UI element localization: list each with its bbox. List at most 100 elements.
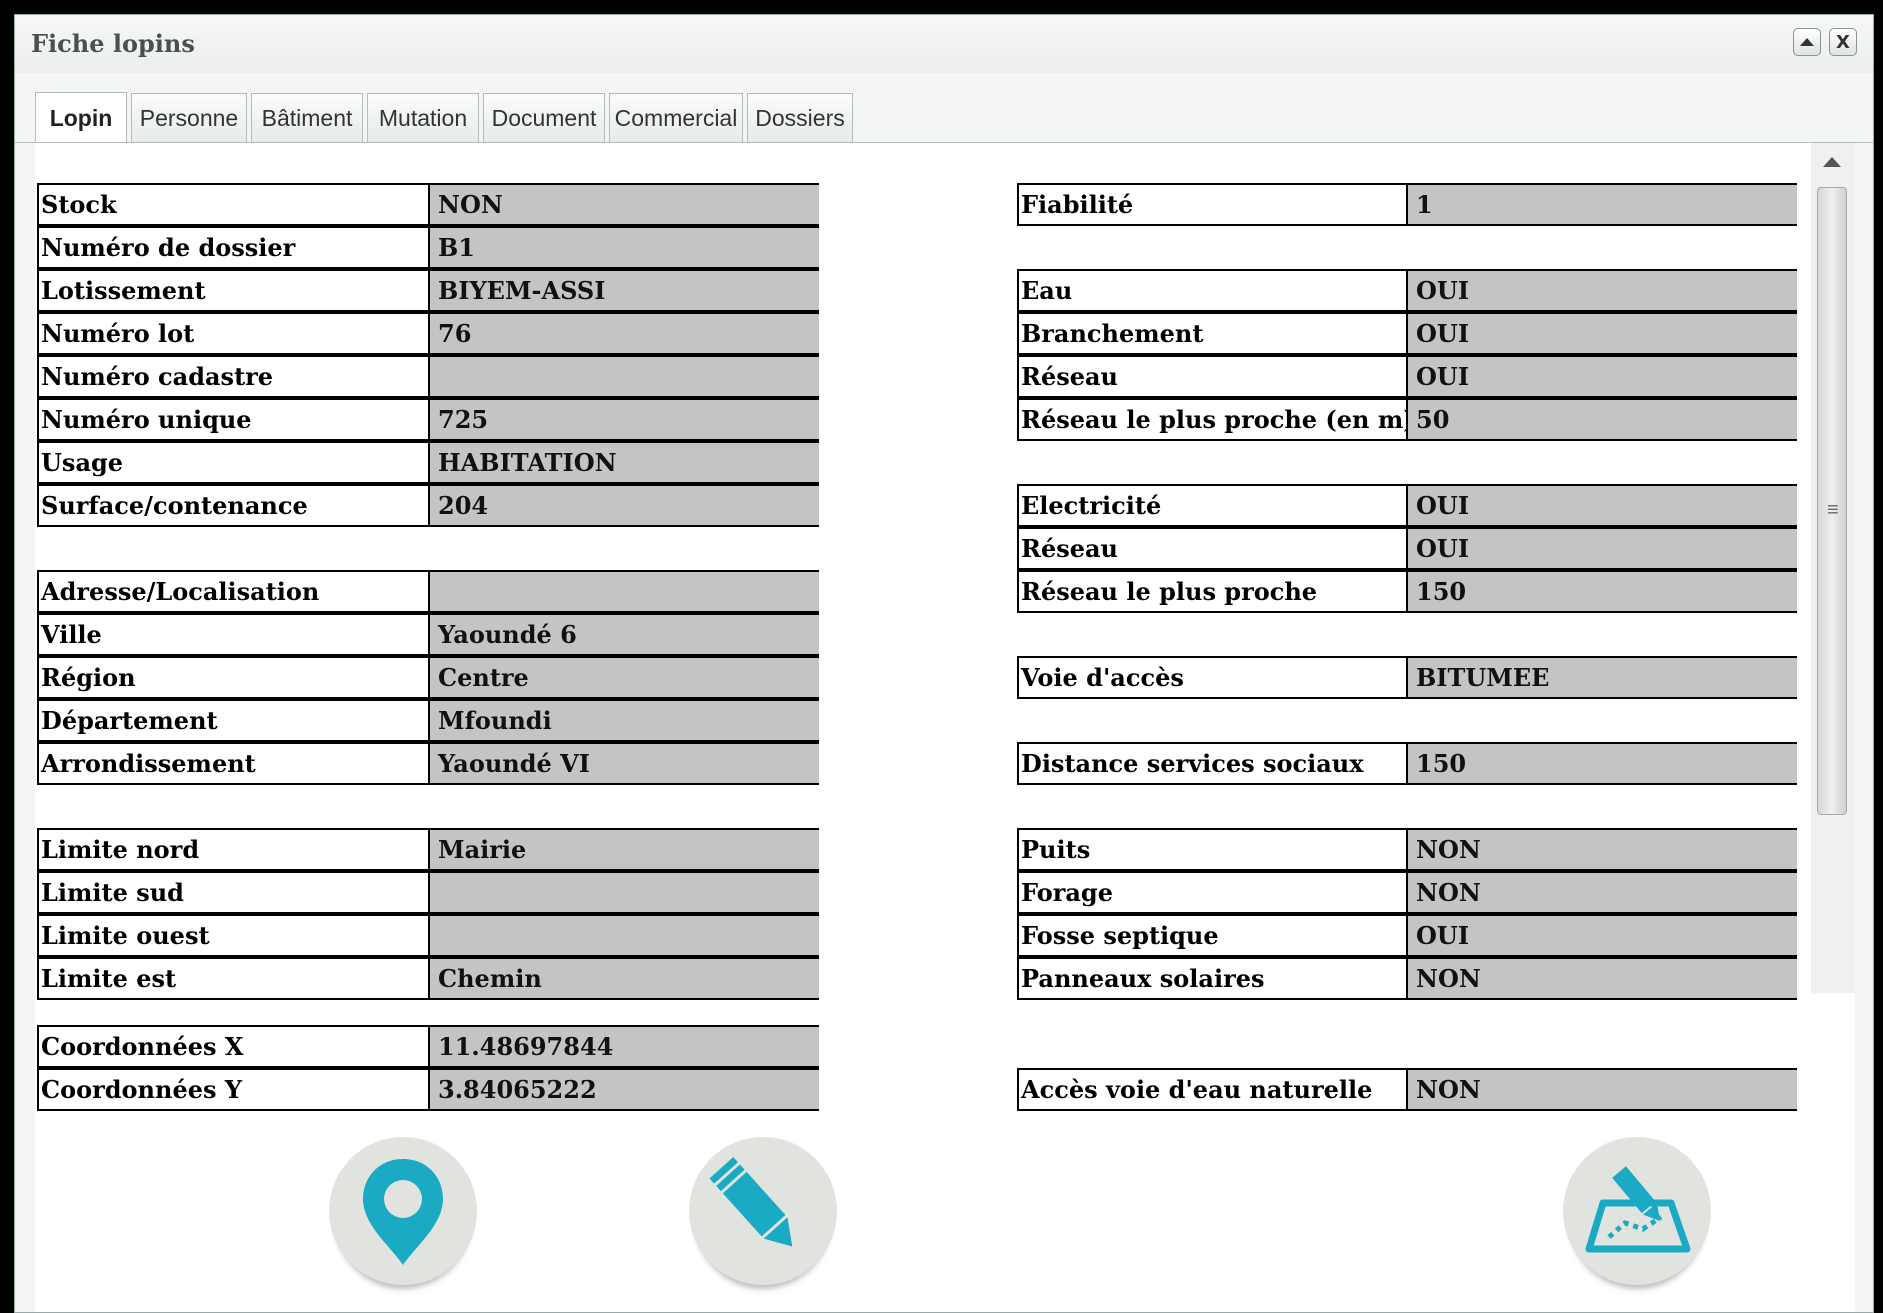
scrollbar-thumb[interactable]: ≡ <box>1817 187 1847 815</box>
field-row: Fiabilité 1 <box>1017 183 1799 226</box>
field-value: OUI <box>1407 484 1797 527</box>
field-row: Lotissement BIYEM-ASSI <box>37 269 819 312</box>
field-value: 150 <box>1407 570 1797 613</box>
field-row: Eau OUI <box>1017 269 1799 312</box>
field-value: 3.84065222 <box>429 1068 819 1111</box>
field-label: Surface/contenance <box>37 484 429 527</box>
tab-mutation[interactable]: Mutation <box>367 93 479 143</box>
field-label: Ville <box>37 613 429 656</box>
field-row: Arrondissement Yaoundé VI <box>37 742 819 785</box>
pencil-edit-icon <box>709 1157 793 1247</box>
vertical-scrollbar[interactable]: ≡ <box>1811 143 1855 993</box>
tab-document[interactable]: Document <box>483 93 605 143</box>
tab-label: Mutation <box>378 105 468 131</box>
field-label: Branchement <box>1017 312 1407 355</box>
field-value: 11.48697844 <box>429 1025 819 1068</box>
field-row: Surface/contenance 204 <box>37 484 819 527</box>
field-label: Accès voie d'eau naturelle <box>1017 1068 1407 1111</box>
field-row: Voie d'accès BITUMEE <box>1017 656 1799 699</box>
tab-label: Document <box>491 105 597 131</box>
field-value: OUI <box>1407 527 1797 570</box>
field-label: Limite est <box>37 957 429 1000</box>
field-row: Coordonnées Y 3.84065222 <box>37 1068 819 1111</box>
field-label: Forage <box>1017 871 1407 914</box>
map-pin-icon <box>363 1159 443 1265</box>
lopin-form-panel: ≡ Stock NON Numéro de dossier B1 Lotisseme… <box>35 143 1855 1312</box>
field-label: Coordonnées X <box>37 1025 429 1068</box>
field-value: OUI <box>1407 914 1797 957</box>
draw-parcel-button[interactable] <box>1563 1137 1711 1285</box>
field-value: Mfoundi <box>429 699 819 742</box>
field-label: Réseau le plus proche (en m) <box>1017 398 1407 441</box>
field-row: Coordonnées X 11.48697844 <box>37 1025 819 1068</box>
field-value: 150 <box>1407 742 1797 785</box>
field-label: Stock <box>37 183 429 226</box>
field-label: Electricité <box>1017 484 1407 527</box>
field-row: Région Centre <box>37 656 819 699</box>
locate-on-map-button[interactable] <box>329 1137 477 1285</box>
scroll-up-arrow-icon[interactable] <box>1823 157 1841 167</box>
field-label: Puits <box>1017 828 1407 871</box>
field-row: Réseau le plus proche 150 <box>1017 570 1799 613</box>
tab-commercial[interactable]: Commercial <box>609 93 743 143</box>
field-row: Distance services sociaux 150 <box>1017 742 1799 785</box>
field-value: Centre <box>429 656 819 699</box>
field-row: Forage NON <box>1017 871 1799 914</box>
field-label: Usage <box>37 441 429 484</box>
close-button[interactable]: X <box>1829 28 1857 56</box>
tab-bar: Lopin Personne Bâtiment Mutation Documen… <box>15 73 1873 144</box>
field-value: HABITATION <box>429 441 819 484</box>
field-row: Usage HABITATION <box>37 441 819 484</box>
field-row: Limite est Chemin <box>37 957 819 1000</box>
field-row: Département Mfoundi <box>37 699 819 742</box>
field-row: Limite ouest <box>37 914 819 957</box>
edit-button[interactable] <box>689 1137 837 1285</box>
tab-lopin[interactable]: Lopin <box>35 92 127 144</box>
field-row: Panneaux solaires NON <box>1017 957 1799 1000</box>
field-value <box>429 914 819 957</box>
field-row: Réseau OUI <box>1017 355 1799 398</box>
field-row: Limite sud <box>37 871 819 914</box>
tab-personne[interactable]: Personne <box>131 93 247 143</box>
field-label: Fiabilité <box>1017 183 1407 226</box>
field-row: Adresse/Localisation <box>37 570 819 613</box>
field-value: NON <box>1407 1068 1797 1111</box>
field-label: Panneaux solaires <box>1017 957 1407 1000</box>
field-label: Réseau <box>1017 355 1407 398</box>
field-row: Réseau OUI <box>1017 527 1799 570</box>
field-value: NON <box>429 183 819 226</box>
field-label: Réseau le plus proche <box>1017 570 1407 613</box>
field-value: OUI <box>1407 312 1797 355</box>
field-value: 76 <box>429 312 819 355</box>
map-draw-icon <box>1585 1166 1691 1253</box>
field-label: Eau <box>1017 269 1407 312</box>
tab-dossiers[interactable]: Dossiers <box>747 93 853 143</box>
field-row: Fosse septique OUI <box>1017 914 1799 957</box>
field-row: Accès voie d'eau naturelle NON <box>1017 1068 1799 1111</box>
field-label: Numéro cadastre <box>37 355 429 398</box>
tab-label: Personne <box>139 105 239 131</box>
field-value <box>429 355 819 398</box>
field-label: Arrondissement <box>37 742 429 785</box>
field-value: NON <box>1407 957 1797 1000</box>
close-x-icon: X <box>1836 31 1850 53</box>
window-titlebar[interactable]: Fiche lopins X <box>15 15 1873 73</box>
triangle-up-icon <box>1800 38 1814 46</box>
field-value: Mairie <box>429 828 819 871</box>
field-row: Electricité OUI <box>1017 484 1799 527</box>
field-row: Numéro de dossier B1 <box>37 226 819 269</box>
field-row: Numéro lot 76 <box>37 312 819 355</box>
fiche-lopins-window: Fiche lopins X Lopin Personne Bâtiment M… <box>14 14 1874 1313</box>
field-value: B1 <box>429 226 819 269</box>
field-row: Numéro cadastre <box>37 355 819 398</box>
field-row: Limite nord Mairie <box>37 828 819 871</box>
field-value <box>429 871 819 914</box>
collapse-button[interactable] <box>1793 28 1821 56</box>
window-title: Fiche lopins <box>31 29 195 58</box>
field-label: Fosse septique <box>1017 914 1407 957</box>
tab-batiment[interactable]: Bâtiment <box>251 93 363 143</box>
field-value: NON <box>1407 828 1797 871</box>
field-label: Région <box>37 656 429 699</box>
tab-label: Bâtiment <box>261 105 353 131</box>
field-label: Limite nord <box>37 828 429 871</box>
